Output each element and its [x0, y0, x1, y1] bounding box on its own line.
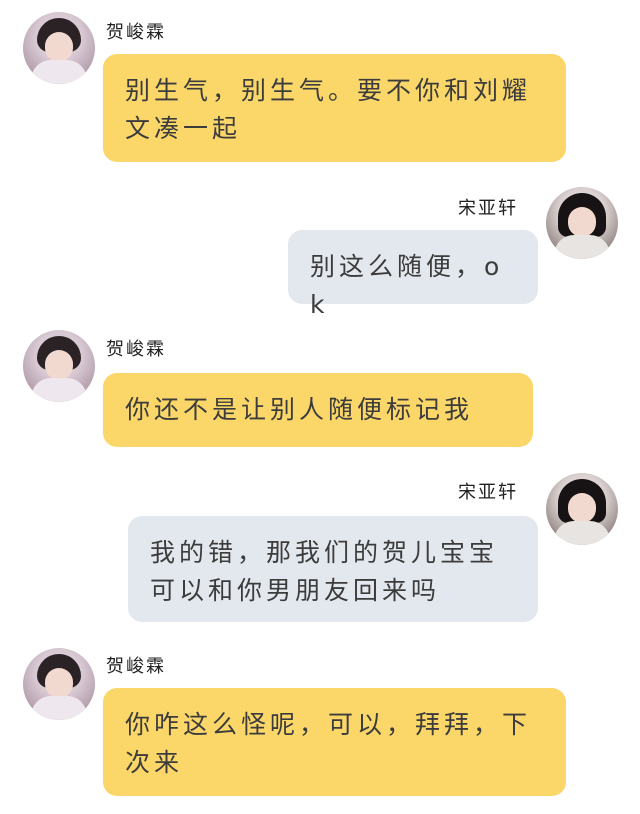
avatar-song-yaxuan-icon[interactable] — [546, 187, 618, 259]
message-bubble[interactable]: 你还不是让别人随便标记我 — [103, 373, 533, 447]
sender-name: 宋亚轩 — [458, 482, 518, 503]
avatar-he-junlin-icon[interactable] — [23, 12, 95, 84]
sender-name: 宋亚轩 — [458, 198, 518, 219]
avatar-song-yaxuan-icon[interactable] — [546, 473, 618, 545]
message-bubble[interactable]: 别这么随便，ok — [288, 230, 538, 319]
sender-name: 贺峻霖 — [106, 656, 166, 677]
message-bubble[interactable]: 你咋这么怪呢，可以，拜拜，下次来 — [103, 688, 566, 796]
avatar-he-junlin-icon[interactable] — [23, 330, 95, 402]
sender-name: 贺峻霖 — [106, 22, 166, 43]
message-bubble[interactable]: 我的错，那我们的贺儿宝宝可以和你男朋友回来吗 — [128, 516, 538, 622]
sender-name: 贺峻霖 — [106, 339, 166, 360]
avatar-he-junlin-icon[interactable] — [23, 648, 95, 720]
message-bubble[interactable]: 别生气，别生气。要不你和刘耀文凑一起 — [103, 54, 566, 162]
